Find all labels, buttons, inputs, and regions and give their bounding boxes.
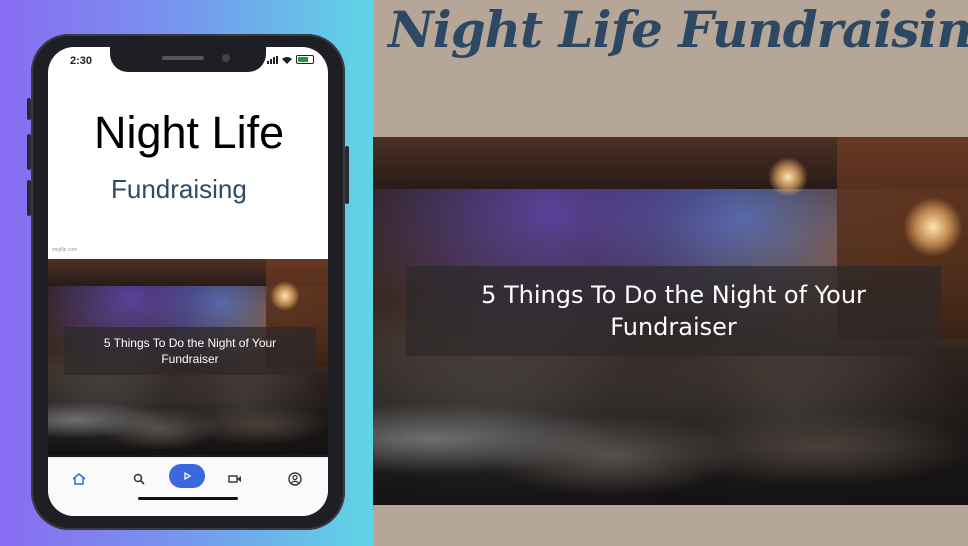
phone-caption-box: 5 Things To Do the Night of Your Fundrai…	[64, 327, 316, 375]
phone-side-button	[27, 98, 31, 120]
phone-notch	[110, 47, 266, 72]
phone-screen: 2:30 Night Life Fundraising imgflip.com …	[48, 47, 328, 516]
home-indicator	[138, 497, 238, 500]
phone-page-subtitle: Fundraising	[111, 174, 247, 204]
phone-mockup: 2:30 Night Life Fundraising imgflip.com …	[27, 34, 349, 530]
phone-volume-down	[27, 180, 31, 216]
wifi-icon	[282, 56, 292, 64]
phone-page-title: Night Life	[94, 107, 285, 158]
photo-crowd	[48, 366, 328, 455]
photo-lamp	[768, 157, 808, 197]
signal-icon	[267, 55, 278, 64]
phone-volume-up	[27, 134, 31, 170]
battery-icon	[296, 55, 314, 64]
main-caption-box: 5 Things To Do the Night of Your Fundrai…	[406, 266, 941, 356]
home-icon[interactable]	[65, 468, 93, 490]
status-icons	[267, 55, 314, 64]
play-icon[interactable]	[169, 464, 205, 488]
photo-lamp	[270, 281, 300, 311]
image-credit: imgflip.com	[52, 247, 78, 253]
search-icon[interactable]	[125, 468, 153, 490]
photo-crowd	[373, 339, 968, 505]
phone-bar-photo[interactable]: 5 Things To Do the Night of Your Fundrai…	[48, 259, 328, 455]
phone-power-button	[345, 146, 349, 204]
camera-icon	[222, 54, 230, 62]
account-icon[interactable]	[281, 468, 309, 490]
photo-lamp	[903, 197, 963, 257]
status-time: 2:30	[70, 55, 93, 67]
speaker-grille	[162, 56, 204, 60]
main-bar-photo[interactable]: 5 Things To Do the Night of Your Fundrai…	[373, 137, 968, 505]
bottom-nav	[48, 457, 328, 516]
main-caption-text: 5 Things To Do the Night of Your Fundrai…	[481, 281, 866, 341]
phone-caption-text: 5 Things To Do the Night of Your Fundrai…	[103, 336, 277, 366]
video-icon[interactable]	[221, 468, 249, 490]
main-title: Night Life Fundraising	[388, 0, 968, 59]
